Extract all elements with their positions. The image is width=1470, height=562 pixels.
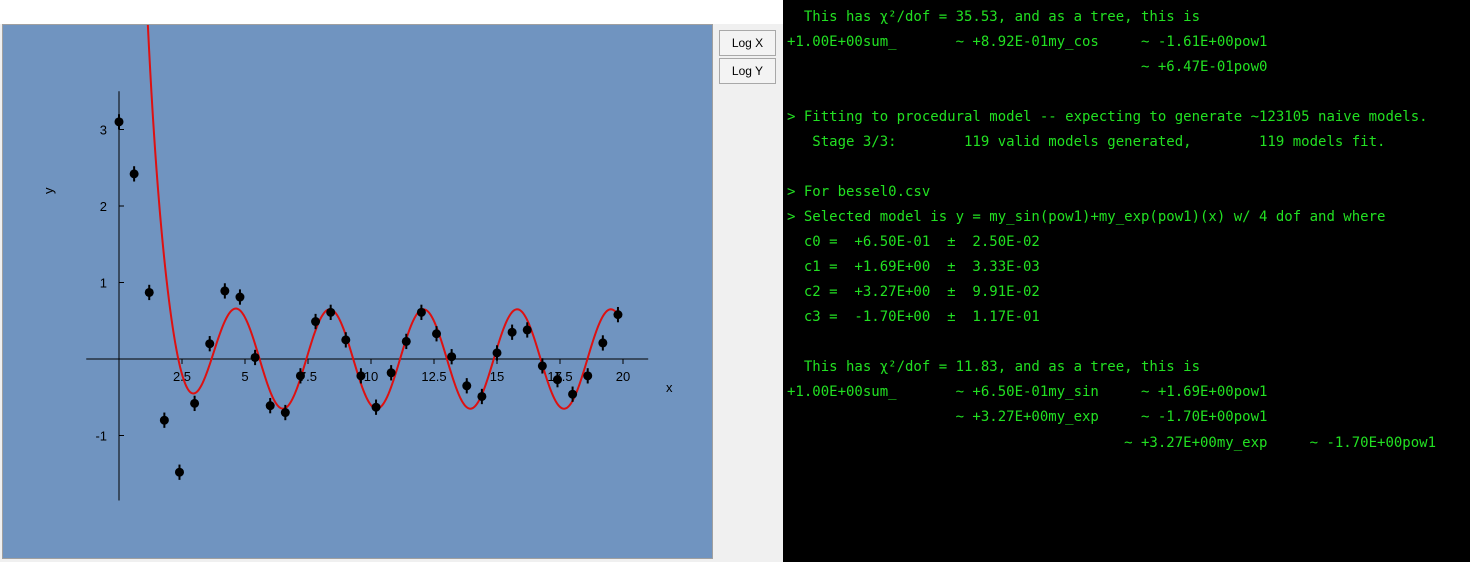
y-tick-label: 2: [100, 199, 107, 214]
data-point: [174, 467, 184, 477]
data-point: [144, 287, 154, 297]
terminal-line: +1.00E+00sum_ ~ +8.92E-01my_cos ~ -1.61E…: [787, 34, 1268, 50]
data-point: [492, 348, 502, 358]
data-point: [477, 391, 487, 401]
terminal-line: This has χ²/dof = 11.83, and as a tree, …: [787, 359, 1201, 375]
data-point: [280, 408, 290, 418]
terminal-line: ~ +3.27E+00my_exp ~ -1.70E+00pow1: [787, 435, 1437, 451]
log-x-button[interactable]: Log X: [719, 30, 776, 56]
data-point: [522, 325, 532, 335]
data-point: [235, 292, 245, 302]
data-point: [311, 317, 321, 327]
data-point: [568, 389, 578, 399]
data-point: [432, 329, 442, 339]
y-tick-label: 3: [100, 123, 107, 138]
data-point: [114, 117, 124, 127]
data-point: [583, 371, 593, 381]
data-point: [598, 338, 608, 348]
log-y-button[interactable]: Log Y: [719, 58, 776, 84]
data-point: [356, 371, 366, 381]
terminal-line: > Selected model is y = my_sin(pow1)+my_…: [787, 209, 1386, 225]
terminal-line: > For bessel0.csv: [787, 184, 931, 200]
terminal-line: Stage 3/3: 119 valid models generated, 1…: [787, 134, 1386, 150]
terminal-line: This has χ²/dof = 35.53, and as a tree, …: [787, 9, 1201, 25]
fit-curve: [146, 25, 619, 410]
data-point: [159, 415, 169, 425]
terminal-line: c3 = -1.70E+00 ± 1.17E-01: [787, 309, 1040, 325]
x-axis-label: x: [666, 380, 673, 395]
x-tick-label: 15: [490, 369, 504, 384]
x-tick-label: 5: [241, 369, 248, 384]
y-axis-label: y: [41, 187, 56, 194]
x-tick-label: 10: [364, 369, 378, 384]
data-point: [371, 402, 381, 412]
data-point: [250, 352, 260, 362]
terminal-line: c2 = +3.27E+00 ± 9.91E-02: [787, 284, 1040, 300]
y-tick-label: -1: [95, 429, 107, 444]
data-point: [507, 327, 517, 337]
data-point: [205, 339, 215, 349]
data-point: [401, 336, 411, 346]
data-point: [129, 169, 139, 179]
plot-application: 2.557.51012.51517.520-1123xy Log X Log Y: [0, 0, 783, 562]
plot-area: 2.557.51012.51517.520-1123xy: [2, 24, 713, 559]
terminal-line: ~ +3.27E+00my_exp ~ -1.70E+00pow1: [787, 409, 1268, 425]
data-point: [613, 310, 623, 320]
terminal-line: +1.00E+00sum_ ~ +6.50E-01my_sin ~ +1.69E…: [787, 384, 1268, 400]
data-point: [386, 368, 396, 378]
x-tick-label: 12.5: [421, 369, 446, 384]
data-point: [537, 361, 547, 371]
data-point: [462, 381, 472, 391]
title-strip: [0, 0, 783, 24]
data-point: [341, 335, 351, 345]
y-tick-label: 1: [100, 276, 107, 291]
data-point: [295, 371, 305, 381]
terminal-output: This has χ²/dof = 35.53, and as a tree, …: [783, 0, 1470, 562]
data-point: [447, 352, 457, 362]
data-point: [552, 375, 562, 385]
chart: 2.557.51012.51517.520-1123xy: [41, 25, 673, 501]
data-point: [220, 286, 230, 296]
data-point: [265, 401, 275, 411]
terminal-line: > Fitting to procedural model -- expecti…: [787, 109, 1428, 125]
terminal-line: ~ +6.47E-01pow0: [787, 59, 1268, 75]
data-point: [416, 307, 426, 317]
data-point: [326, 307, 336, 317]
x-tick-label: 20: [616, 369, 630, 384]
terminal-line: c0 = +6.50E-01 ± 2.50E-02: [787, 234, 1040, 250]
terminal-line: c1 = +1.69E+00 ± 3.33E-03: [787, 259, 1040, 275]
data-point: [190, 398, 200, 408]
